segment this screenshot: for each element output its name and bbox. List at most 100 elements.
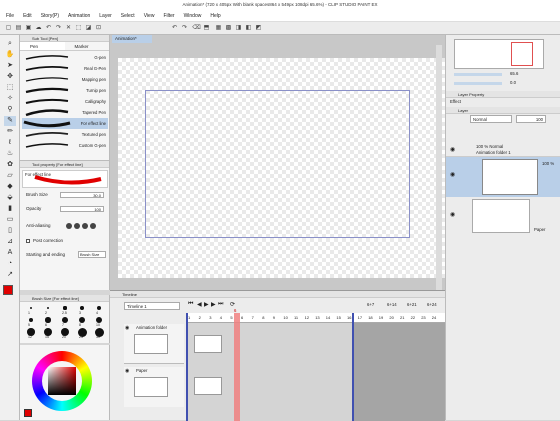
menu-animation[interactable]: Animation	[68, 13, 90, 19]
frame-number[interactable]: 23	[421, 315, 425, 320]
layer-opacity-field[interactable]: 100	[516, 115, 546, 123]
last-frame-icon[interactable]: ⏭	[218, 301, 223, 308]
redo2-icon[interactable]: ↷	[180, 24, 189, 33]
snap2-icon[interactable]: ◧	[244, 24, 253, 33]
frame-number[interactable]: 19	[379, 315, 383, 320]
tab-marker[interactable]: Marker	[65, 42, 110, 50]
frame-number[interactable]: 6	[241, 315, 243, 320]
frame-number[interactable]: 24	[432, 315, 436, 320]
brush-size-preset[interactable]: 20	[58, 327, 73, 339]
frame-ruler[interactable]: 1 2 3 4 5 6 7 8 9 10 11 12 13 14 15 16 17 18 19 20 21 22 23 24	[186, 313, 445, 323]
hand-icon[interactable]: ✋	[4, 50, 16, 60]
next-frame-icon[interactable]: ▶	[211, 301, 216, 308]
first-frame-icon[interactable]: ⏮	[188, 301, 193, 308]
frame-number[interactable]: 18	[368, 315, 372, 320]
brush-size-preset[interactable]: 7	[58, 316, 73, 327]
menu-edit[interactable]: Edit	[23, 13, 32, 19]
correct-line-icon[interactable]: ↗	[4, 270, 16, 280]
deselect-icon[interactable]: ⊡	[94, 24, 103, 33]
fill-tool-icon[interactable]: ⬙	[4, 193, 16, 203]
brush-item[interactable]: Calligraphy	[22, 96, 108, 107]
brush-size-preset[interactable]: 2	[41, 304, 56, 315]
selection-icon[interactable]: ⬚	[4, 83, 16, 93]
current-color-swatch[interactable]	[24, 409, 32, 417]
brush-size-preset[interactable]: 10	[92, 316, 107, 327]
move-icon[interactable]: ✥	[4, 72, 16, 82]
brush-item[interactable]: Tapered Pen	[22, 107, 108, 118]
menu-layer[interactable]: Layer	[99, 13, 112, 19]
eraser-icon[interactable]: ▱	[4, 171, 16, 181]
lasso-icon[interactable]: ✧	[4, 94, 16, 104]
brush-size-preset[interactable]: 8	[75, 316, 90, 327]
brush-size-preset[interactable]: 25	[75, 327, 90, 339]
airbrush-icon[interactable]: ♨	[4, 149, 16, 159]
angle-slider[interactable]	[454, 82, 502, 85]
text-icon[interactable]: A	[4, 248, 16, 258]
grid-icon[interactable]: ▦	[214, 24, 223, 33]
cel-thumbnail[interactable]	[194, 335, 222, 353]
brush-size-preset[interactable]: 6	[41, 316, 56, 327]
brush-item[interactable]: Custom G-pen	[22, 140, 108, 151]
brush-size-preset[interactable]: 2.5	[58, 304, 73, 315]
snap3-icon[interactable]: ◩	[254, 24, 263, 33]
frame-number[interactable]: 16	[347, 315, 351, 320]
brush-item[interactable]: Real G-Pen	[22, 63, 108, 74]
saturation-value-square[interactable]	[48, 367, 76, 395]
pencil-icon[interactable]: ✏	[4, 127, 16, 137]
frame-number[interactable]: 9	[273, 315, 275, 320]
frame-number[interactable]: 14	[326, 315, 330, 320]
brush-item[interactable]: Textured pen	[22, 129, 108, 140]
brush-size-preset[interactable]: 3	[75, 304, 90, 315]
menu-story[interactable]: Story(P)	[41, 13, 59, 19]
navigator-zoom-row[interactable]: 65.6	[452, 71, 556, 79]
aa-strong-icon[interactable]	[90, 223, 96, 229]
menu-file[interactable]: File	[6, 13, 14, 19]
menu-filter[interactable]: Filter	[163, 13, 174, 19]
fill-icon[interactable]: ◪	[84, 24, 93, 33]
crop-icon[interactable]: ⬒	[202, 24, 211, 33]
zoom-icon[interactable]: ⌕	[4, 39, 16, 49]
menu-window[interactable]: Window	[184, 13, 202, 19]
brush-size-row[interactable]: Brush Size 30.0	[26, 190, 106, 200]
frame-number[interactable]: 11	[294, 315, 298, 320]
paper-cel-thumbnail[interactable]	[194, 377, 222, 395]
post-correction-row[interactable]: Post correction	[26, 236, 106, 246]
menu-help[interactable]: Help	[210, 13, 220, 19]
balloon-icon[interactable]: ◔	[4, 259, 16, 269]
menu-select[interactable]: Select	[121, 13, 135, 19]
gradient-icon[interactable]: ▮	[4, 204, 16, 214]
frame-number[interactable]: 17	[358, 315, 362, 320]
cloud-icon[interactable]: ☁	[34, 24, 43, 33]
erase-icon[interactable]: ⌫	[192, 24, 201, 33]
eye-icon[interactable]: ◉	[450, 146, 455, 153]
antialias-row[interactable]: Anti-aliasing	[26, 221, 106, 231]
blend-mode-select[interactable]: Normal	[470, 115, 512, 123]
frame-number[interactable]: 7	[252, 315, 254, 320]
navigator-preview[interactable]	[454, 39, 544, 69]
canvas-tab[interactable]: Animation*	[112, 35, 152, 43]
navigator-angle-row[interactable]: 0.0	[452, 80, 556, 88]
pen-icon[interactable]: ✎	[4, 116, 16, 126]
starting-ending-select[interactable]: Brush Size	[78, 251, 106, 258]
frame-number[interactable]: 5	[230, 315, 232, 320]
frame-number[interactable]: 3	[209, 315, 211, 320]
save-icon[interactable]: ▣	[24, 24, 33, 33]
open-icon[interactable]: ▤	[14, 24, 23, 33]
aa-none-icon[interactable]	[66, 223, 72, 229]
brush-item[interactable]: G-pen	[22, 52, 108, 63]
layer-row-paper[interactable]: Paper ◉	[446, 197, 560, 237]
frame-number[interactable]: 13	[315, 315, 319, 320]
undo2-icon[interactable]: ↶	[170, 24, 179, 33]
frame-number[interactable]: 12	[305, 315, 309, 320]
transform-icon[interactable]: ⬚	[74, 24, 83, 33]
ruler-tool-icon[interactable]: ⊿	[4, 237, 16, 247]
brush-size-preset[interactable]: 12	[24, 328, 39, 339]
opacity-row[interactable]: Opacity 100	[26, 204, 106, 214]
aa-weak-icon[interactable]	[74, 223, 80, 229]
timeline-select[interactable]: Timeline 1	[124, 302, 180, 310]
layer-row-selected[interactable]: 100 % ◉	[446, 157, 560, 197]
aa-medium-icon[interactable]	[82, 223, 88, 229]
operation-icon[interactable]: ➤	[4, 61, 16, 71]
frame-icon[interactable]: ▯	[4, 226, 16, 236]
frame-number[interactable]: 1	[188, 315, 190, 320]
